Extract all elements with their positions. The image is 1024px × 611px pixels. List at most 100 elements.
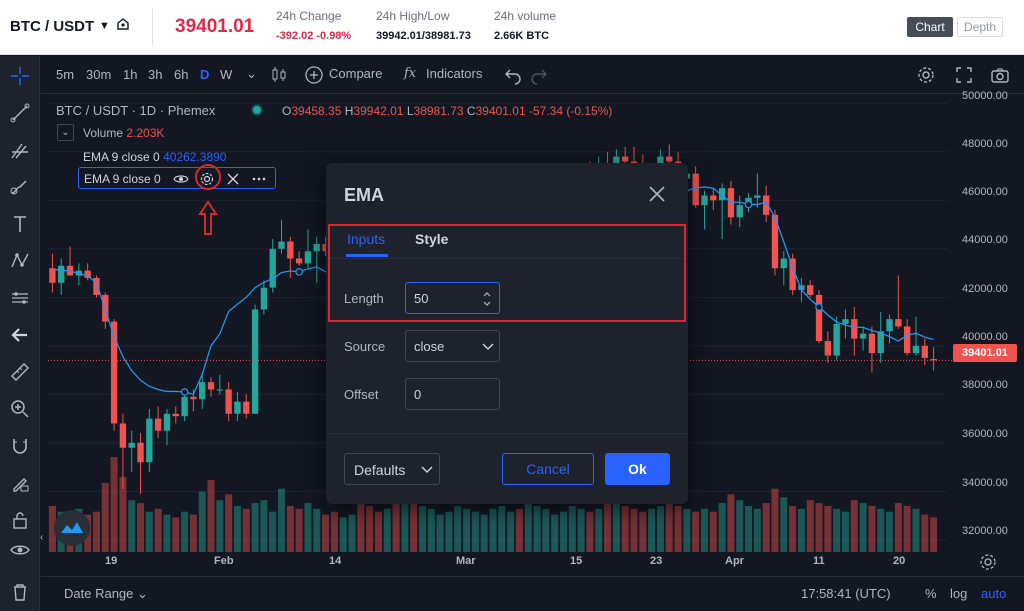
ema-settings-dialog: EMA Inputs Style Length 50 Source close …: [326, 163, 688, 504]
drawing-toolbar: [0, 56, 40, 611]
candle-body: [833, 324, 840, 356]
magnet-icon[interactable]: [8, 434, 32, 458]
price-tick: 46000.00: [962, 186, 1008, 198]
source-select[interactable]: close: [405, 330, 500, 362]
tab-style[interactable]: Style: [415, 231, 448, 247]
close-icon[interactable]: [225, 171, 241, 187]
prediction-icon[interactable]: [8, 286, 32, 310]
trend-line-icon[interactable]: [8, 101, 32, 125]
volume-bar: [727, 494, 735, 552]
volume-bar: [841, 511, 849, 552]
volume-bar: [128, 500, 136, 552]
candle-body: [119, 423, 127, 448]
cancel-button[interactable]: Cancel: [502, 453, 594, 485]
volume-bar: [559, 511, 568, 552]
tab-divider: [330, 258, 684, 259]
candle-body: [190, 396, 197, 400]
percent-toggle[interactable]: %: [925, 586, 937, 601]
candle-body: [710, 195, 717, 201]
tab-inputs[interactable]: Inputs: [347, 231, 385, 247]
candle-body: [234, 401, 241, 414]
fx-icon[interactable]: fx: [404, 66, 416, 81]
timeframe-d[interactable]: D: [200, 67, 209, 82]
ok-button[interactable]: Ok: [605, 453, 670, 485]
time-tick: 23: [650, 555, 663, 567]
auto-toggle[interactable]: auto: [981, 586, 1006, 601]
lock-pencil-icon[interactable]: [8, 471, 32, 495]
open-label: O: [282, 104, 292, 118]
timeframe-30m[interactable]: 30m: [86, 67, 111, 82]
candle-type-icon[interactable]: [269, 65, 289, 85]
arrow-left-icon[interactable]: [8, 323, 32, 347]
fullscreen-icon[interactable]: [954, 65, 974, 85]
volume-bar: [145, 511, 153, 552]
offset-label: Offset: [344, 387, 379, 402]
date-range-button[interactable]: Date Range ⌄: [64, 586, 148, 602]
price-axis[interactable]: 50000.00 48000.00 46000.00 44000.00 4200…: [950, 90, 1024, 554]
indicators-button[interactable]: Indicators: [426, 66, 482, 81]
plus-circle-icon[interactable]: [304, 65, 324, 85]
ema-legend-2[interactable]: EMA 9 close 0: [78, 167, 276, 189]
pattern-icon[interactable]: [8, 249, 32, 273]
crosshair-icon[interactable]: [8, 64, 32, 88]
volume-bar: [436, 514, 444, 552]
volume-bar: [886, 511, 894, 552]
volume-bar: [736, 500, 744, 552]
candle-body: [225, 389, 232, 414]
redo-icon[interactable]: [529, 65, 549, 85]
volume-value: 2.203K: [126, 126, 165, 140]
volume-bar: [850, 500, 858, 552]
close-icon[interactable]: [646, 183, 668, 205]
volume-bar: [410, 497, 418, 552]
undo-icon[interactable]: [503, 65, 523, 85]
eye-icon[interactable]: [173, 171, 189, 187]
more-icon[interactable]: [251, 171, 267, 187]
volume-bar: [260, 500, 268, 552]
gear-icon[interactable]: [978, 552, 998, 572]
time-tick: 14: [329, 555, 342, 567]
timeframe-6h[interactable]: 6h: [174, 67, 188, 82]
time-tick: Apr: [725, 555, 744, 567]
offset-value: 0: [414, 387, 422, 402]
defaults-dropdown[interactable]: Defaults: [344, 453, 440, 485]
collapse-legend-icon[interactable]: ⌄: [57, 124, 74, 141]
compare-button[interactable]: Compare: [329, 66, 382, 81]
timeframe-1h[interactable]: 1h: [123, 67, 137, 82]
timeframe-3h[interactable]: 3h: [148, 67, 162, 82]
close-value: 39401.01: [475, 104, 526, 118]
chevron-left-icon[interactable]: ‹: [40, 532, 48, 550]
brand-logo-icon: [54, 510, 90, 546]
clock[interactable]: 17:58:41 (UTC): [801, 586, 891, 601]
log-toggle[interactable]: log: [950, 586, 967, 601]
volume-bar: [551, 514, 559, 552]
timeframe-5m[interactable]: 5m: [56, 67, 74, 82]
price-tick: 40000.00: [962, 331, 1008, 343]
volume-bar: [780, 497, 788, 552]
zoom-in-icon[interactable]: [8, 397, 32, 421]
camera-icon[interactable]: [990, 65, 1010, 85]
ema-label: EMA 9 close 0: [83, 150, 160, 164]
eye-icon[interactable]: [8, 538, 32, 562]
lock-icon[interactable]: [8, 508, 32, 532]
volume-bar: [269, 511, 277, 552]
timeframe-w[interactable]: W: [220, 67, 232, 82]
ruler-icon[interactable]: [8, 360, 32, 384]
volume-bar: [648, 508, 656, 552]
volume-bar: [700, 508, 709, 552]
volume-bar: [921, 514, 929, 552]
time-tick: Mar: [456, 555, 476, 567]
volume-bar: [295, 508, 303, 552]
brush-icon[interactable]: [8, 175, 32, 199]
text-icon[interactable]: [8, 212, 32, 236]
gear-icon[interactable]: [916, 65, 936, 85]
trash-icon[interactable]: [8, 580, 32, 604]
candle-body: [868, 333, 876, 354]
length-input[interactable]: 50: [405, 282, 500, 314]
volume-bar: [163, 514, 171, 552]
volume-legend: Volume 2.203K: [83, 126, 164, 140]
stepper-icon[interactable]: [482, 289, 492, 309]
pitchfork-icon[interactable]: [8, 138, 32, 162]
time-tick: 11: [813, 555, 825, 567]
offset-input[interactable]: 0: [405, 378, 500, 410]
chevron-down-icon[interactable]: ⌄: [246, 66, 257, 82]
